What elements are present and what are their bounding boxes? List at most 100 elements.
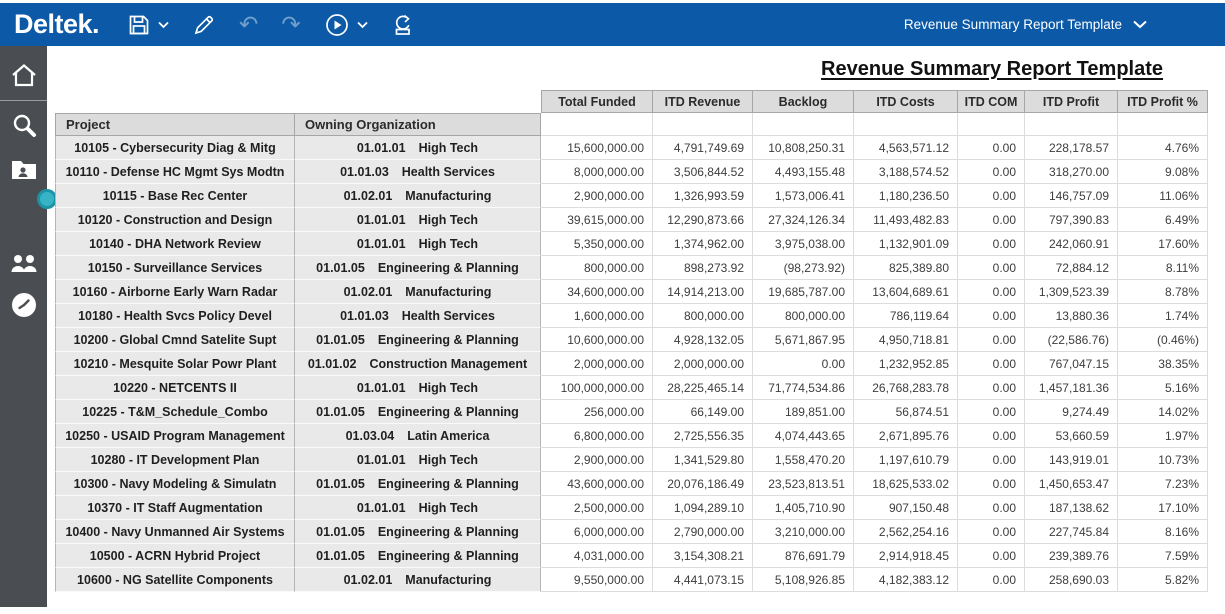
- run-dropdown-chevron-icon[interactable]: [357, 21, 368, 29]
- owning-organization-cell: 01.01.01High Tech: [295, 376, 541, 400]
- org-name: High Tech: [419, 453, 479, 467]
- org-code: 01.02.01: [344, 285, 393, 299]
- sidebar-item-search[interactable]: [0, 110, 47, 144]
- run-button[interactable]: [324, 12, 368, 38]
- value-cell: 38.35%: [1118, 352, 1208, 376]
- value-cell: 11.06%: [1118, 184, 1208, 208]
- value-cell: 876,691.79: [753, 544, 854, 568]
- export-icon: [391, 13, 415, 37]
- redo-button[interactable]: ↷: [281, 13, 300, 36]
- recent-clock-icon: [10, 291, 38, 324]
- owning-organization-cell: 01.02.01Manufacturing: [295, 568, 541, 592]
- value-cell: 1.74%: [1118, 304, 1208, 328]
- top-toolbar: Deltek.: [0, 3, 1225, 46]
- value-cell: 8,000,000.00: [541, 160, 653, 184]
- value-cell: 3,975,038.00: [753, 232, 854, 256]
- owning-organization-cell: 01.01.01High Tech: [295, 496, 541, 520]
- value-cell: 100,000,000.00: [541, 376, 653, 400]
- value-cell: 9.08%: [1118, 160, 1208, 184]
- save-dropdown-chevron-icon[interactable]: [158, 21, 169, 29]
- export-button[interactable]: [391, 13, 415, 37]
- value-cell: 1,450,653.47: [1025, 472, 1118, 496]
- edit-button[interactable]: [192, 13, 216, 37]
- value-cell: 2,900,000.00: [541, 184, 653, 208]
- sidebar-divider: [0, 100, 47, 101]
- value-cell: 1,326,993.59: [653, 184, 753, 208]
- column-header-project: Project: [55, 113, 295, 136]
- value-cell: 5.82%: [1118, 568, 1208, 592]
- template-selector-label: Revenue Summary Report Template: [904, 17, 1122, 32]
- org-code: 01.01.05: [316, 261, 365, 275]
- value-cell: 2,900,000.00: [541, 448, 653, 472]
- value-cell: 10,808,250.31: [753, 136, 854, 160]
- org-code: 01.01.01: [357, 141, 406, 155]
- home-icon: [10, 62, 38, 93]
- sidebar-slide-handle[interactable]: [37, 189, 57, 209]
- value-cell: 1,341,529.80: [653, 448, 753, 472]
- org-code: 01.01.01: [357, 381, 406, 395]
- org-code: 01.01.05: [316, 477, 365, 491]
- sidebar-item-recent[interactable]: [0, 290, 47, 324]
- org-code: 01.01.05: [316, 405, 365, 419]
- value-cell: 5,108,926.85: [753, 568, 854, 592]
- value-cell: 1,374,962.00: [653, 232, 753, 256]
- org-code: 01.03.04: [346, 429, 395, 443]
- org-code: 01.01.01: [357, 213, 406, 227]
- blank-cell: [653, 113, 753, 136]
- sidebar-item-employee[interactable]: [0, 154, 47, 188]
- org-name: Manufacturing: [405, 573, 491, 587]
- run-icon: [324, 12, 350, 38]
- project-cell: 10300 - Navy Modeling & Simulatn: [55, 472, 295, 496]
- project-cell: 10120 - Construction and Design: [55, 208, 295, 232]
- value-cell: 825,389.80: [854, 256, 958, 280]
- undo-button[interactable]: ↶: [239, 13, 258, 36]
- value-cell: 143,919.01: [1025, 448, 1118, 472]
- value-cell: 8.16%: [1118, 520, 1208, 544]
- owning-organization-cell: 01.01.05Engineering & Planning: [295, 472, 541, 496]
- value-cell: 39,615,000.00: [541, 208, 653, 232]
- org-name: Latin America: [407, 429, 489, 443]
- value-cell: 898,273.92: [653, 256, 753, 280]
- org-name: Health Services: [402, 165, 495, 179]
- value-cell: 1,457,181.36: [1025, 376, 1118, 400]
- column-header-itd-profit-pct: ITD Profit %: [1118, 90, 1208, 113]
- project-cell: 10140 - DHA Network Review: [55, 232, 295, 256]
- blank-cell: [958, 113, 1025, 136]
- sidebar-item-people[interactable]: [0, 248, 47, 282]
- value-cell: 0.00: [958, 568, 1025, 592]
- value-cell: 2,671,895.76: [854, 424, 958, 448]
- edit-icon: [192, 13, 216, 37]
- org-name: Engineering & Planning: [378, 405, 519, 419]
- value-cell: 27,324,126.34: [753, 208, 854, 232]
- column-header-itd-com: ITD COM: [958, 90, 1025, 113]
- org-name: High Tech: [419, 237, 479, 251]
- value-cell: (22,586.76): [1025, 328, 1118, 352]
- value-cell: 7.59%: [1118, 544, 1208, 568]
- org-name: High Tech: [419, 213, 479, 227]
- value-cell: 5.16%: [1118, 376, 1208, 400]
- value-cell: 2,500,000.00: [541, 496, 653, 520]
- value-cell: 3,188,574.52: [854, 160, 958, 184]
- value-cell: 0.00: [958, 160, 1025, 184]
- value-cell: 5,671,867.95: [753, 328, 854, 352]
- project-cell: 10200 - Global Cmnd Satelite Supt: [55, 328, 295, 352]
- value-cell: 72,884.12: [1025, 256, 1118, 280]
- value-cell: 4,950,718.81: [854, 328, 958, 352]
- sidebar-item-home[interactable]: [0, 60, 47, 94]
- value-cell: 4,791,749.69: [653, 136, 753, 160]
- value-cell: 9,274.49: [1025, 400, 1118, 424]
- value-cell: 800,000.00: [753, 304, 854, 328]
- template-selector[interactable]: Revenue Summary Report Template: [904, 17, 1147, 32]
- value-cell: 10,600,000.00: [541, 328, 653, 352]
- owning-organization-cell: 01.03.04 Latin America: [295, 424, 541, 448]
- value-cell: 56,874.51: [854, 400, 958, 424]
- value-cell: 0.00: [958, 400, 1025, 424]
- app-window: Deltek.: [0, 0, 1225, 614]
- save-button[interactable]: [127, 13, 169, 37]
- org-code: 01.01.01: [357, 501, 406, 515]
- blank-cell: [854, 113, 958, 136]
- header-spacer: [55, 90, 541, 113]
- value-cell: 11,493,482.83: [854, 208, 958, 232]
- project-cell: 10225 - T&M_Schedule_Combo: [55, 400, 295, 424]
- owning-organization-cell: 01.01.03Health Services: [295, 304, 541, 328]
